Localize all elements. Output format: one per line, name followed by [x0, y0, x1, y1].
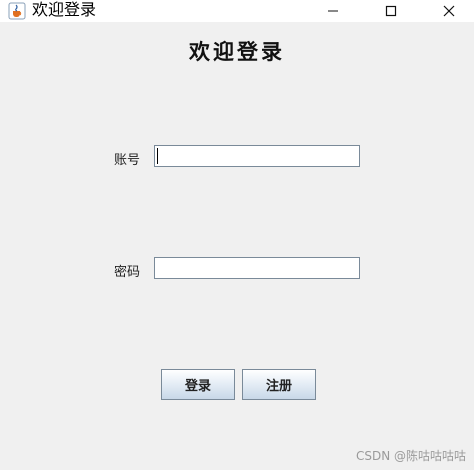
- java-cup-icon: [8, 2, 26, 20]
- window-title: 欢迎登录: [32, 0, 97, 19]
- password-label: 密码: [114, 265, 141, 280]
- minimize-button[interactable]: [310, 0, 356, 22]
- account-label: 账号: [114, 153, 141, 168]
- minimize-icon: [328, 10, 338, 12]
- register-button[interactable]: 注册: [242, 369, 316, 400]
- form-heading: 欢迎登录: [189, 39, 285, 64]
- maximize-icon: [385, 5, 397, 17]
- account-input[interactable]: [154, 145, 360, 167]
- title-bar[interactable]: 欢迎登录: [0, 0, 474, 22]
- close-button[interactable]: [426, 0, 472, 22]
- close-icon: [443, 5, 455, 17]
- maximize-button[interactable]: [368, 0, 414, 22]
- login-window: 欢迎登录 欢迎登录 账号 密码 登录 注册 CSDN @陈咕咕咕咕: [0, 0, 474, 470]
- watermark: CSDN @陈咕咕咕咕: [355, 449, 466, 463]
- text-caret: [157, 148, 158, 164]
- password-input[interactable]: [154, 257, 360, 279]
- login-button[interactable]: 登录: [161, 369, 235, 400]
